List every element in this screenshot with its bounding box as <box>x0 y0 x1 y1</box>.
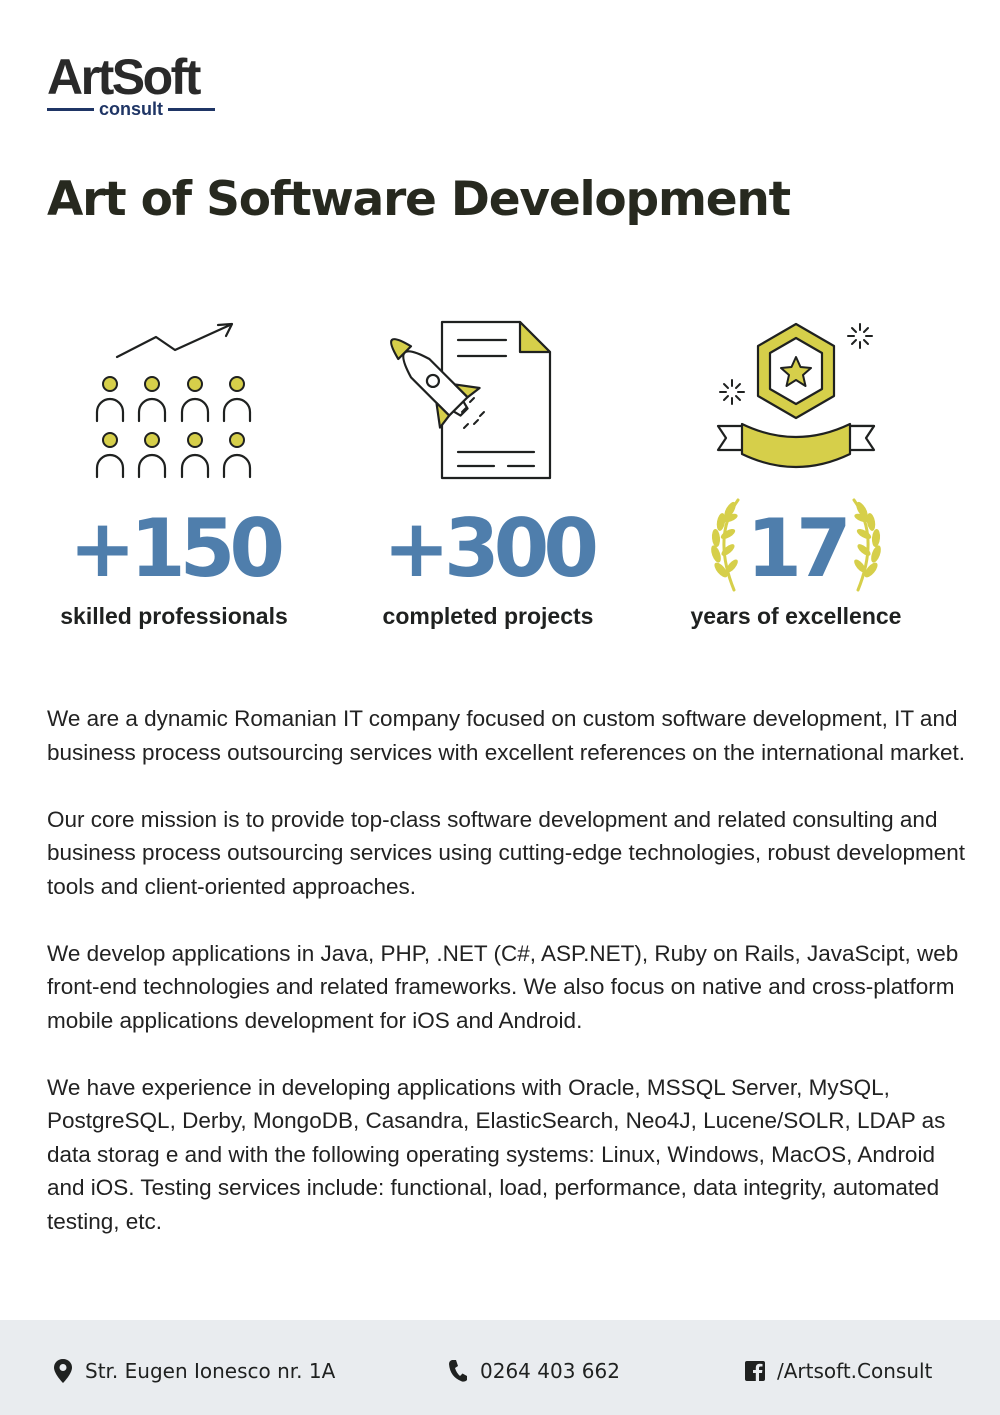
stat-projects: +300 completed projects <box>338 300 638 640</box>
page-title: Art of Software Development <box>47 172 791 227</box>
stat-number-projects: +300 <box>382 502 599 595</box>
stat-professionals: +150 skilled professionals <box>24 300 324 640</box>
company-description: We are a dynamic Romanian IT company foc… <box>47 702 972 1272</box>
stat-number-professionals: +150 <box>68 502 285 595</box>
phone-icon <box>449 1360 467 1382</box>
paragraph-experience: We have experience in developing applica… <box>47 1074 946 1234</box>
facebook-icon <box>745 1361 765 1381</box>
logo-wordmark: ArtSoft <box>47 49 201 105</box>
logo-divider-left <box>47 107 94 111</box>
footer-address: Str. Eugen Ionesco nr. 1A <box>53 1356 335 1386</box>
footer-address-text: Str. Eugen Ionesco nr. 1A <box>85 1359 336 1383</box>
stat-number-years: 17 <box>746 502 851 595</box>
stat-years: 17 years of excellence <box>646 300 946 640</box>
location-pin-icon <box>54 1359 72 1383</box>
footer-facebook[interactable]: /Artsoft.Consult <box>745 1356 932 1386</box>
stat-label-professionals: skilled professionals <box>60 603 288 629</box>
paragraph-mission: Our core mission is to provide top-class… <box>47 806 966 899</box>
logo-subline: consult <box>47 99 216 119</box>
stat-label-years: years of excellence <box>690 603 902 629</box>
paragraph-technologies: We develop applications in Java, PHP, .N… <box>47 940 959 1033</box>
rocket-document-icon <box>390 320 552 480</box>
footer-social-text: /Artsoft.Consult <box>777 1359 933 1383</box>
logo-divider-right <box>168 107 216 111</box>
paragraph-intro: We are a dynamic Romanian IT company foc… <box>47 706 965 765</box>
contact-footer: Str. Eugen Ionesco nr. 1A 0264 403 662 /… <box>0 1320 1000 1415</box>
footer-phone[interactable]: 0264 403 662 <box>448 1356 620 1386</box>
stat-label-projects: completed projects <box>382 603 594 629</box>
star-badge-icon <box>716 322 876 468</box>
company-logo: ArtSoft consult <box>47 52 217 120</box>
team-growth-icon <box>95 322 252 479</box>
logo-subtext: consult <box>99 99 164 119</box>
footer-phone-text: 0264 403 662 <box>480 1359 620 1383</box>
